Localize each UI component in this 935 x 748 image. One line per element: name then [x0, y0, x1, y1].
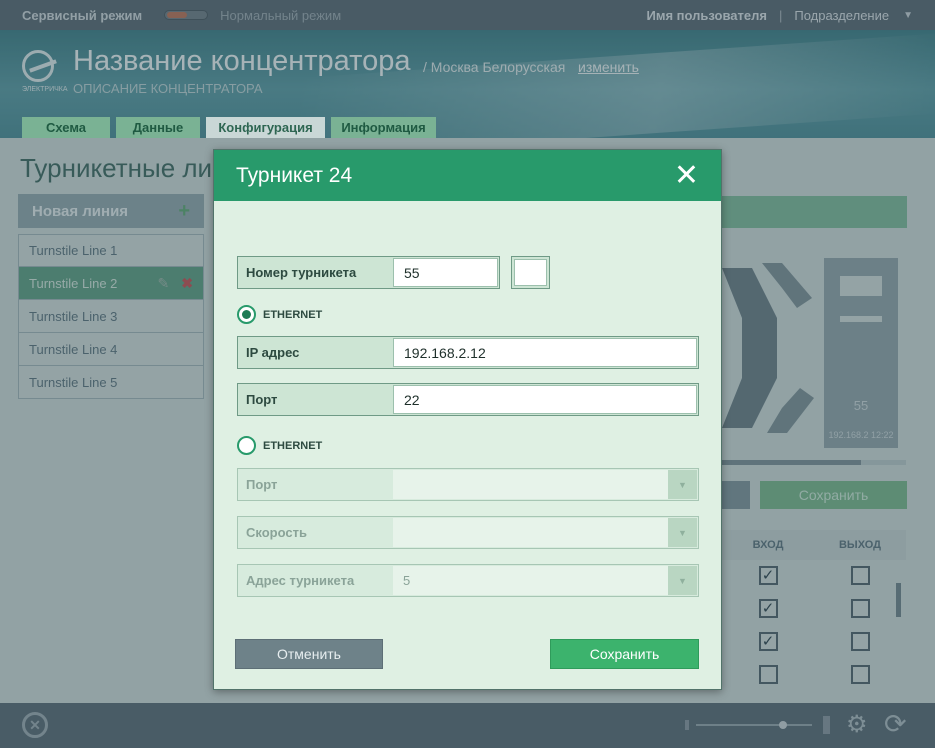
tab-configuration[interactable]: Конфигурация	[206, 117, 325, 138]
tab-schema[interactable]: Схема	[22, 117, 110, 138]
turnstile-address-select[interactable]: 5 ▼	[393, 566, 697, 595]
tab-bar: Схема Данные Конфигурация Информация	[22, 117, 436, 138]
dialog-header: Турникет 24 ✕	[214, 150, 721, 201]
speed-row: Скорость ▼	[237, 516, 699, 549]
turnstile-dialog: Турникет 24 ✕ Номер турникета ETHERNET I…	[213, 149, 722, 690]
chevron-down-icon[interactable]: ▼	[668, 566, 697, 595]
turnstile-address-value: 5	[403, 573, 411, 588]
ip-address-row: IP адрес	[237, 336, 699, 369]
turnstile-number-label: Номер турникета	[246, 265, 357, 280]
extra-field[interactable]	[514, 259, 547, 286]
radio-unchecked[interactable]	[237, 436, 256, 455]
port-row: Порт	[237, 383, 699, 416]
turnstile-address-row: Адрес турникета 5 ▼	[237, 564, 699, 597]
second-radio-option[interactable]: ETHERNET	[237, 436, 322, 455]
port-field[interactable]	[393, 385, 697, 414]
chevron-down-icon[interactable]: ▼	[668, 518, 697, 547]
serial-port-select[interactable]: ▼	[393, 470, 697, 499]
ip-address-field[interactable]	[393, 338, 697, 367]
close-icon[interactable]: ✕	[674, 160, 699, 191]
ethernet-radio-option[interactable]: ETHERNET	[237, 305, 322, 324]
cancel-button[interactable]: Отменить	[235, 639, 383, 669]
radio-checked[interactable]	[237, 305, 256, 324]
speed-label: Скорость	[246, 525, 307, 540]
serial-port-row: Порт ▼	[237, 468, 699, 501]
ip-address-label: IP адрес	[246, 345, 300, 360]
port-label: Порт	[246, 392, 278, 407]
dialog-title: Турникет 24	[236, 163, 353, 187]
serial-port-label: Порт	[246, 477, 278, 492]
ethernet-radio-label: ETHERNET	[263, 308, 323, 321]
tab-information[interactable]: Информация	[331, 117, 436, 138]
speed-select[interactable]: ▼	[393, 518, 697, 547]
tab-data[interactable]: Данные	[116, 117, 200, 138]
save-button[interactable]: Сохранить	[550, 639, 699, 669]
turnstile-number-row: Номер турникета	[237, 256, 500, 289]
chevron-down-icon[interactable]: ▼	[668, 470, 697, 499]
second-radio-label: ETHERNET	[263, 439, 323, 452]
turnstile-number-field[interactable]	[393, 258, 498, 287]
extra-field-box	[511, 256, 550, 289]
turnstile-address-label: Адрес турникета	[246, 573, 355, 588]
